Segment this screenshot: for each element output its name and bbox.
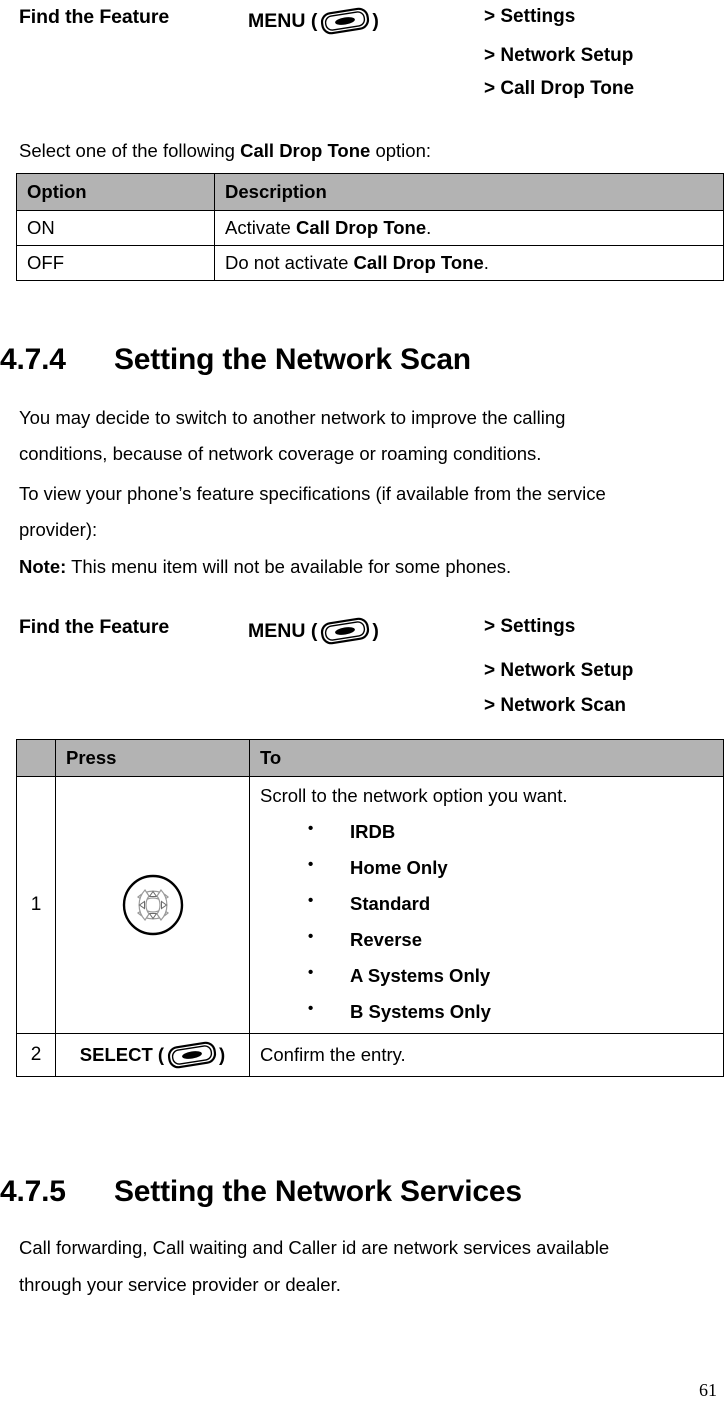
select-option-intro: Select one of the following Call Drop To… — [19, 140, 431, 161]
description-cell-on: Activate Call Drop Tone. — [214, 210, 724, 246]
step-2-instruction-cell: Confirm the entry. — [249, 1033, 724, 1077]
table-row: OFF Do not activate Call Drop Tone. — [16, 245, 724, 281]
menu-key-prefix: MENU ( — [248, 10, 318, 32]
section-number: 4.7.5 — [0, 1175, 66, 1208]
step-number-2: 2 — [16, 1033, 56, 1077]
desc-bold: Call Drop Tone — [295, 217, 427, 238]
intro-before: Select one of the following — [19, 140, 241, 161]
find-feature-row-3: > Call Drop Tone — [0, 76, 727, 112]
table-header-row: Press To — [16, 739, 724, 777]
list-item: A Systems Only — [308, 964, 723, 987]
desc-after: . — [426, 217, 432, 238]
section-474-note: Note: This menu item will not be availab… — [19, 556, 512, 577]
select-key-prefix: SELECT ( — [79, 1044, 165, 1065]
menu-path-line-1: > Settings — [484, 616, 576, 637]
network-options-list: IRDB Home Only Standard Reverse A System… — [260, 820, 723, 1023]
section-heading-4-7-5: 4.7.5 Setting the Network Services — [0, 1175, 522, 1209]
intro-bold-term: Call Drop Tone — [240, 140, 371, 161]
list-item: Home Only — [308, 856, 723, 879]
section-title: Setting the Network Scan — [114, 343, 471, 376]
section-474-paragraph-line-4: provider): — [19, 519, 98, 540]
table-row: 2 SELECT ( ) Confirm the entry. — [16, 1033, 724, 1077]
column-header-press: Press — [55, 739, 250, 777]
find-the-feature-label-2: Find the Feature — [19, 616, 170, 638]
select-key-reference: SELECT ( ) — [79, 1041, 225, 1069]
table-row: 1 Scroll to the network option you want.… — [16, 776, 724, 1034]
list-item: Standard — [308, 892, 723, 915]
menu-key-reference-2: MENU ( ) — [248, 616, 379, 646]
list-item: IRDB — [308, 820, 723, 843]
find-feature-row-2: > Network Setup — [0, 648, 727, 686]
call-drop-tone-option-table: Option Description ON Activate Call Drop… — [16, 173, 724, 281]
step-1-instruction-text: Scroll to the network option you want. — [260, 785, 568, 806]
menu-path-line-2: > Network Setup — [484, 660, 634, 681]
desc-bold: Call Drop Tone — [353, 252, 484, 273]
find-the-feature-block-2: Find the Feature MENU ( ) > Settings > N… — [0, 610, 727, 718]
step-number-1: 1 — [16, 776, 56, 1034]
column-header-step-number — [16, 739, 56, 777]
menu-key-icon — [317, 616, 373, 646]
find-the-feature-block-1: Find the Feature MENU ( ) > Settings > N… — [0, 0, 727, 112]
section-475-paragraph-line-1: Call forwarding, Call waiting and Caller… — [19, 1237, 610, 1258]
intro-after: option: — [370, 140, 431, 161]
find-the-feature-label: Find the Feature — [19, 6, 170, 28]
find-feature-row-3: > Network Scan — [0, 686, 727, 718]
menu-path-line-1: > Settings — [484, 6, 576, 27]
note-label: Note: — [19, 556, 67, 577]
note-text: This menu item will not be available for… — [66, 556, 512, 577]
menu-path-line-3: > Call Drop Tone — [484, 78, 635, 99]
option-cell-on: ON — [16, 210, 215, 246]
find-feature-row-2: > Network Setup — [0, 38, 727, 76]
step-1-instruction-cell: Scroll to the network option you want. I… — [249, 776, 724, 1034]
document-page: Find the Feature MENU ( ) > Settings > N… — [0, 0, 727, 1407]
option-cell-off: OFF — [16, 245, 215, 281]
menu-key-icon — [317, 6, 373, 36]
find-feature-row-1: Find the Feature MENU ( ) > Settings — [0, 610, 727, 648]
section-474-paragraph-line-3: To view your phone’s feature specificati… — [19, 483, 606, 504]
step-1-press-cell — [55, 776, 250, 1034]
section-474-paragraph-line-2: conditions, because of network coverage … — [19, 443, 542, 464]
navigation-key-icon — [56, 870, 249, 940]
network-scan-steps-table: Press To 1 Scroll to the network option … — [16, 739, 724, 1077]
desc-before: Activate — [225, 217, 296, 238]
menu-path-line-3: > Network Scan — [484, 695, 627, 716]
description-cell-off: Do not activate Call Drop Tone. — [214, 245, 724, 281]
list-item: Reverse — [308, 928, 723, 951]
section-number: 4.7.4 — [0, 343, 66, 376]
menu-key-icon — [164, 1040, 220, 1070]
page-number: 61 — [699, 1380, 717, 1400]
list-item: B Systems Only — [308, 1000, 723, 1023]
section-475-paragraph-line-2: through your service provider or dealer. — [19, 1274, 341, 1295]
section-heading-4-7-4: 4.7.4 Setting the Network Scan — [0, 343, 471, 377]
section-474-paragraph-line-1: You may decide to switch to another netw… — [19, 407, 566, 428]
menu-path-line-2: > Network Setup — [484, 45, 634, 66]
menu-key-reference: MENU ( ) — [248, 6, 379, 36]
find-feature-row-1: Find the Feature MENU ( ) > Settings — [0, 0, 727, 38]
step-2-press-cell: SELECT ( ) — [55, 1033, 250, 1077]
column-header-to: To — [249, 739, 724, 777]
table-row: ON Activate Call Drop Tone. — [16, 210, 724, 246]
menu-key-prefix: MENU ( — [248, 620, 318, 642]
column-header-option: Option — [16, 173, 215, 211]
desc-after: . — [483, 252, 489, 273]
section-title: Setting the Network Services — [114, 1175, 522, 1208]
table-header-row: Option Description — [16, 173, 724, 211]
desc-before: Do not activate — [225, 252, 354, 273]
column-header-description: Description — [214, 173, 724, 211]
